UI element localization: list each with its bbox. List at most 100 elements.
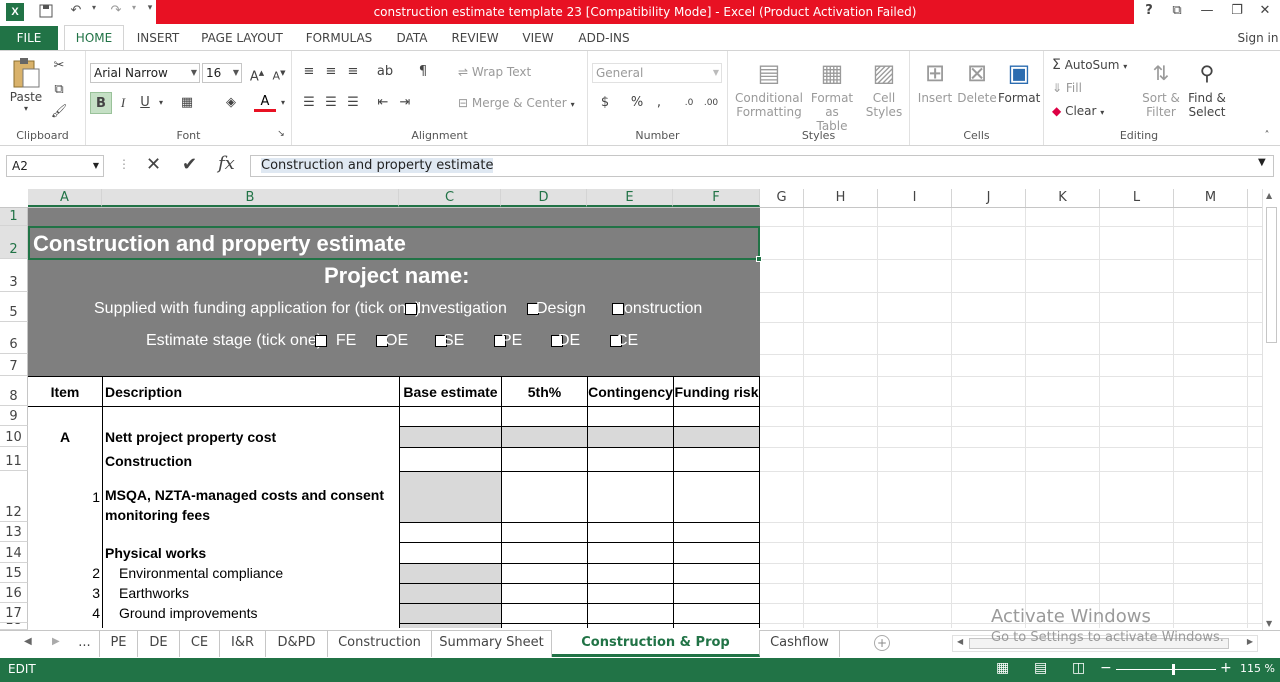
clear-button[interactable]: ◆ Clear ▾	[1052, 104, 1122, 118]
comma-button[interactable]: ,	[648, 92, 670, 114]
tab-scroll-left-icon[interactable]: ◀	[24, 636, 32, 647]
column-header-d[interactable]: D	[501, 189, 587, 207]
italic-button[interactable]: I	[112, 92, 134, 114]
item-cell[interactable]: A	[28, 429, 102, 445]
sheet-tab-ce[interactable]: CE	[180, 630, 220, 657]
funding-option-investigation[interactable]: Investigation	[405, 300, 507, 318]
description-cell[interactable]: Environmental compliance	[119, 565, 283, 581]
column-header-f[interactable]: F	[673, 189, 760, 207]
item-cell[interactable]: 3	[28, 585, 100, 601]
format-as-table-button[interactable]: ▦ Format as Table	[804, 55, 860, 133]
row-header-7[interactable]: 7	[0, 354, 28, 376]
sheet-tab-construction-prop-estimate[interactable]: Construction & Prop Estimate	[552, 630, 760, 676]
bold-button[interactable]: B	[90, 92, 112, 114]
fill-handle[interactable]	[756, 256, 762, 262]
sort-filter-button[interactable]: ⇅ Sort & Filter	[1140, 55, 1182, 119]
font-size-select[interactable]: 16 ▼	[202, 63, 242, 83]
ribbon-display-icon[interactable]: ⧉	[1166, 3, 1188, 21]
center-icon[interactable]: ☰	[320, 92, 342, 114]
increase-indent-icon[interactable]: ⇥	[394, 92, 416, 114]
column-header-l[interactable]: L	[1100, 189, 1174, 207]
row-header-10[interactable]: 10	[0, 426, 28, 447]
zoom-level[interactable]: 115 %	[1240, 662, 1275, 675]
tab-view[interactable]: VIEW	[518, 26, 558, 50]
align-right-icon[interactable]: ☰	[342, 92, 364, 114]
tab-review[interactable]: REVIEW	[448, 26, 502, 50]
increase-font-icon[interactable]: A▲	[246, 62, 268, 84]
tab-add-ins[interactable]: ADD-INS	[574, 26, 634, 50]
tab-home[interactable]: HOME	[64, 25, 124, 51]
row-header-8[interactable]: 8	[0, 376, 28, 406]
indent-rtl-icon[interactable]: ¶	[412, 61, 434, 83]
top-align-icon[interactable]: ≡	[298, 61, 320, 83]
stage-option-ce[interactable]: CE	[610, 332, 638, 350]
format-cells-button[interactable]: ▣ Format	[998, 55, 1040, 105]
stage-option-oe[interactable]: OE	[376, 332, 408, 350]
tab-insert[interactable]: INSERT	[132, 26, 184, 50]
column-header-b[interactable]: B	[102, 189, 399, 207]
copy-icon[interactable]: ⧉	[48, 79, 70, 101]
column-header-a[interactable]: A	[28, 189, 102, 207]
zoom-out-icon[interactable]: −	[1100, 660, 1112, 676]
sheet-tab-de[interactable]: DE	[138, 630, 180, 657]
project-name-label[interactable]: Project name:	[324, 263, 470, 289]
row-header-16[interactable]: 16	[0, 583, 28, 603]
expand-formula-bar-icon[interactable]: ▼	[1258, 157, 1266, 168]
sheet-tab-i-and-r[interactable]: I&R	[220, 630, 266, 657]
column-header-e[interactable]: E	[587, 189, 673, 207]
description-cell[interactable]: Earthworks	[119, 585, 189, 601]
column-header-c[interactable]: C	[399, 189, 501, 207]
scroll-down-icon[interactable]: ▼	[1266, 619, 1272, 628]
insert-cells-button[interactable]: ⊞ Insert	[914, 55, 956, 105]
column-header-m[interactable]: M	[1174, 189, 1248, 207]
minimize-icon[interactable]: —	[1196, 3, 1218, 21]
tab-formulas[interactable]: FORMULAS	[302, 26, 376, 50]
row-header-5[interactable]: 5	[0, 292, 28, 322]
name-box[interactable]: A2 ▼	[6, 155, 104, 177]
percent-button[interactable]: %	[626, 92, 648, 114]
column-header-i[interactable]: I	[878, 189, 952, 207]
row-header-18[interactable]: 18	[0, 623, 28, 630]
row-header-2[interactable]: 2	[0, 226, 28, 259]
column-header-k[interactable]: K	[1026, 189, 1100, 207]
save-icon[interactable]	[36, 3, 56, 21]
zoom-in-icon[interactable]: +	[1220, 660, 1232, 676]
column-header-h[interactable]: H	[804, 189, 878, 207]
cell-styles-button[interactable]: ▨ Cell Styles	[862, 55, 906, 119]
maximize-icon[interactable]: ❐	[1226, 3, 1248, 21]
description-cell[interactable]: MSQA, NZTA-managed costs and consent moni…	[105, 485, 384, 525]
wrap-text-button[interactable]: ⇌ Wrap Text	[458, 65, 558, 79]
column-header-j[interactable]: J	[952, 189, 1026, 207]
delete-cells-button[interactable]: ⊠ Delete	[956, 55, 998, 105]
merge-center-button[interactable]: ⊟ Merge & Center ▾	[458, 96, 588, 110]
number-format-select[interactable]: General ▼	[592, 63, 722, 83]
normal-view-icon[interactable]: ▦	[996, 660, 1009, 676]
cancel-icon[interactable]: ✕	[146, 154, 161, 175]
zoom-slider[interactable]	[1116, 664, 1216, 675]
stage-option-de[interactable]: DE	[551, 332, 580, 350]
sheet-title[interactable]: Construction and property estimate	[33, 231, 406, 257]
tab-page-layout[interactable]: PAGE LAYOUT	[198, 26, 286, 50]
sheet-tab-cashflow[interactable]: Cashflow	[760, 630, 840, 657]
item-cell[interactable]: 1	[28, 489, 100, 505]
header-base-estimate[interactable]: Base estimate	[400, 384, 501, 400]
header-funding-risk[interactable]: Funding risk	[674, 384, 759, 400]
fill-button[interactable]: ⇓ Fill	[1052, 81, 1112, 95]
sheet-tab-construction[interactable]: Construction	[328, 630, 432, 657]
orientation-icon[interactable]: ab	[374, 61, 396, 83]
new-sheet-icon[interactable]: +	[874, 635, 890, 651]
tab-scroll-right-icon[interactable]: ▶	[52, 636, 60, 647]
font-name-select[interactable]: Arial Narrow ▼	[90, 63, 200, 83]
checkbox-icon[interactable]	[405, 302, 417, 315]
row-header-6[interactable]: 6	[0, 322, 28, 354]
paste-button[interactable]: Paste ▾	[6, 55, 46, 113]
row-header-12[interactable]: 12	[0, 471, 28, 522]
undo-dropdown-icon[interactable]: ▾	[84, 3, 104, 21]
middle-align-icon[interactable]: ≡	[320, 61, 342, 83]
sheet-tab-more[interactable]: ...	[70, 630, 100, 657]
find-select-button[interactable]: ⚲ Find & Select	[1184, 55, 1230, 119]
bottom-align-icon[interactable]: ≡	[342, 61, 364, 83]
stage-option-fe[interactable]: FE	[315, 332, 356, 350]
redo-icon[interactable]: ↷	[106, 3, 126, 21]
help-button[interactable]: ?	[1138, 3, 1160, 21]
